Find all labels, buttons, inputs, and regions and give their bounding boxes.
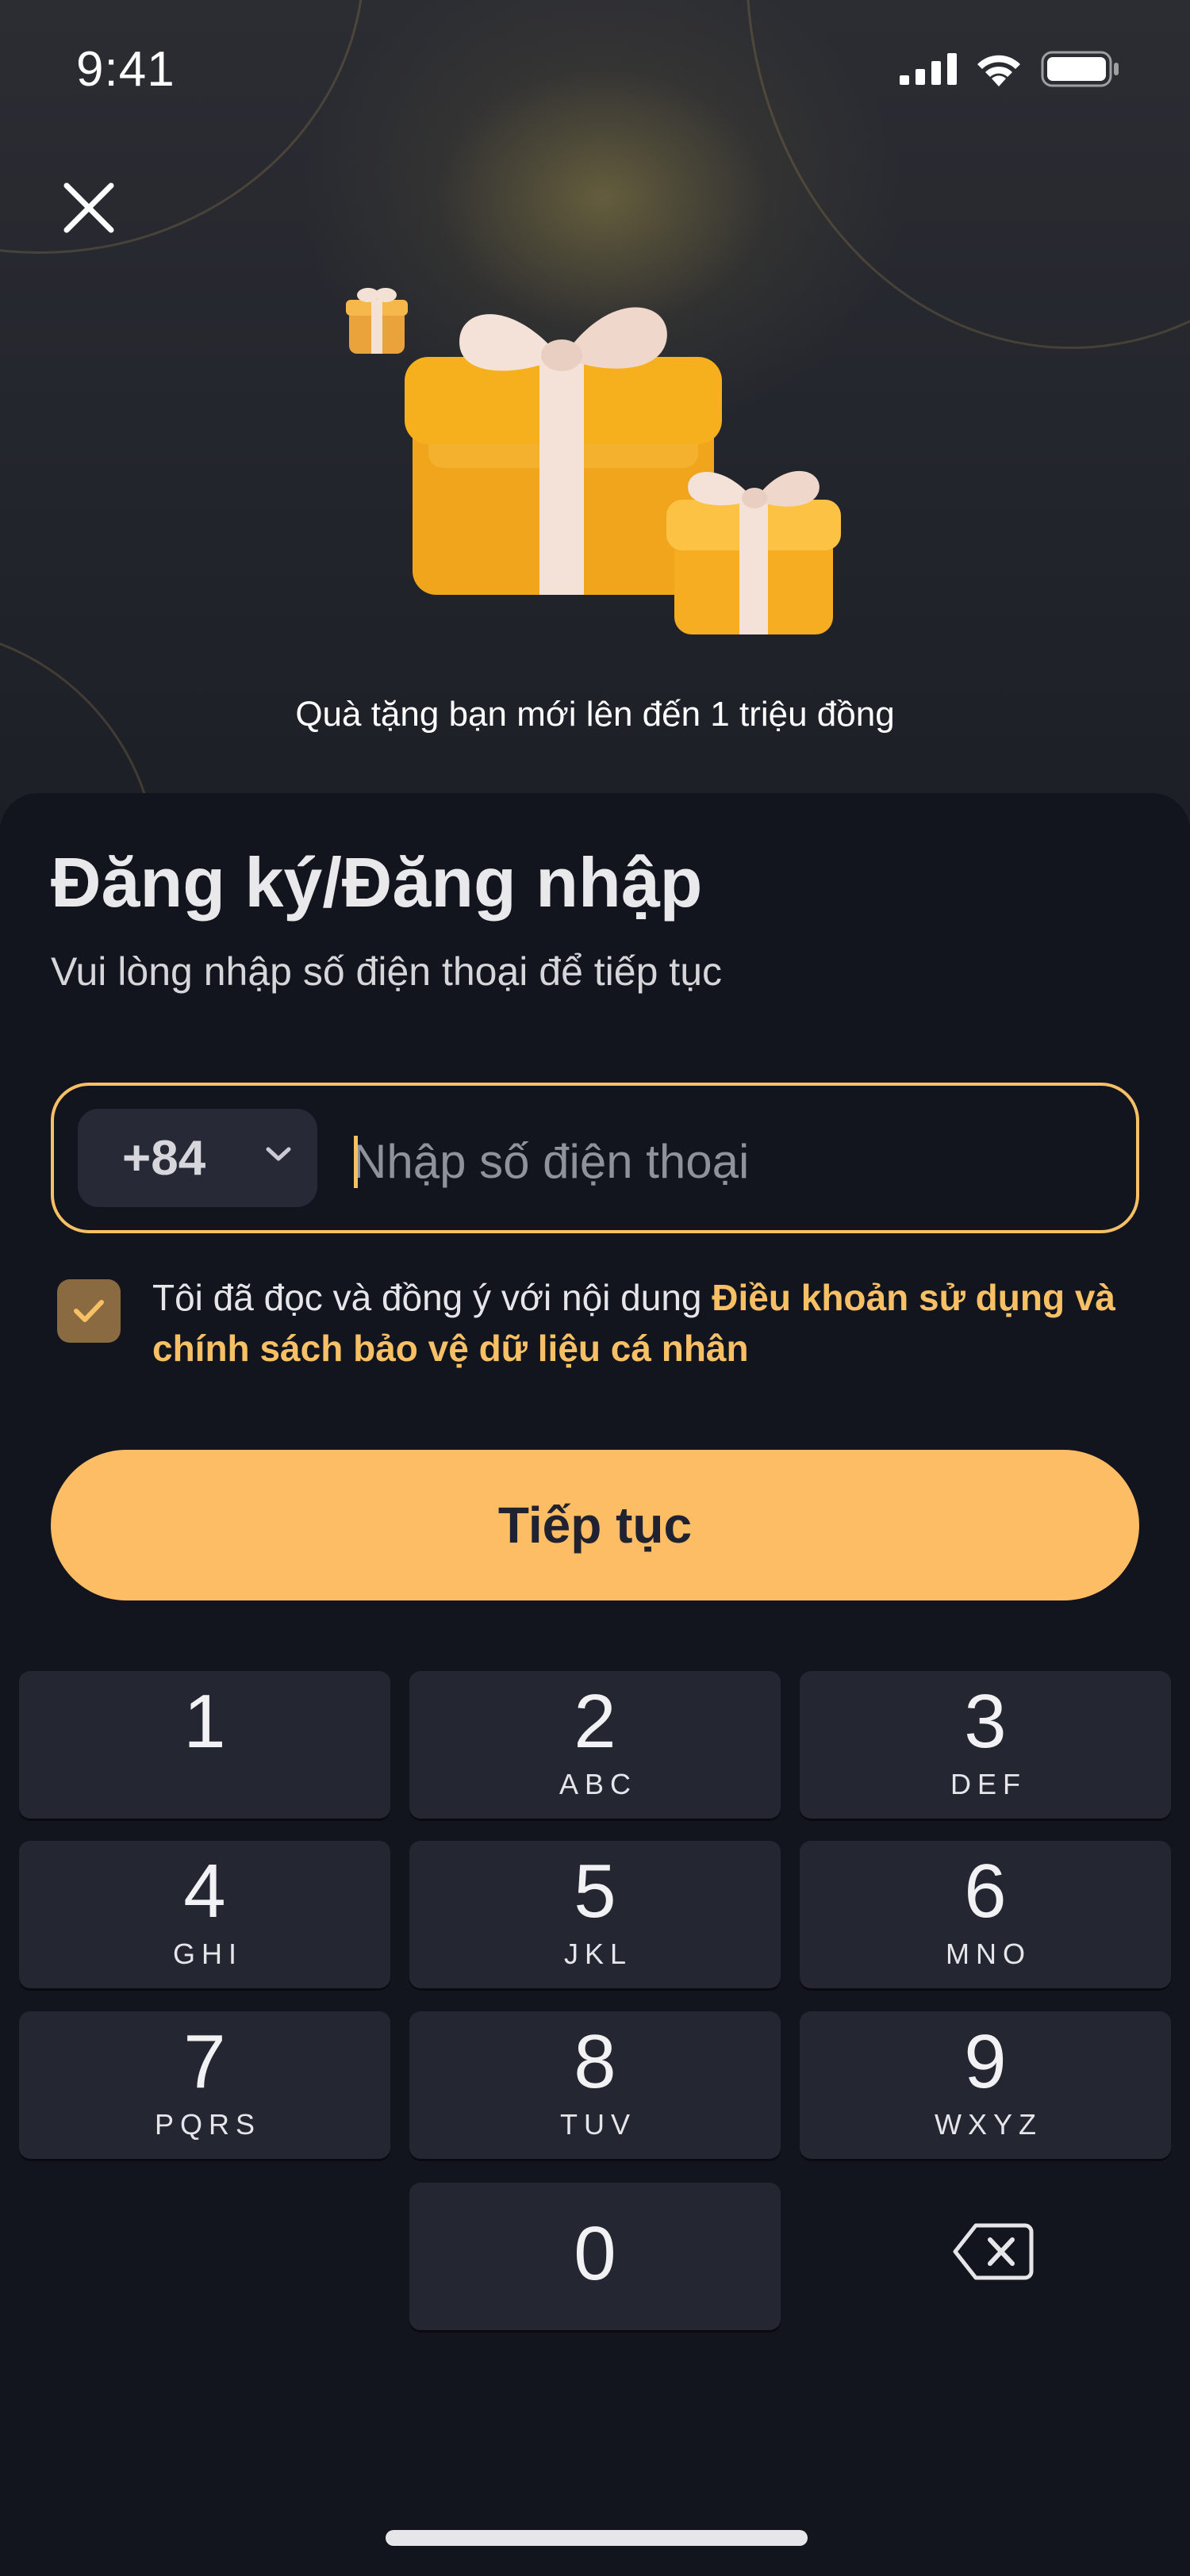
status-time: 9:41 [76, 42, 175, 97]
consent-text: Tôi đã đọc và đồng ý với nội dung Điều k… [152, 1272, 1120, 1374]
key-digit: 7 [183, 2019, 226, 2104]
promo-text: Quà tặng bạn mới lên đến 1 triệu đồng [295, 695, 895, 734]
key-letters: WXYZ [935, 2108, 1042, 2141]
checkmark-icon [74, 1300, 104, 1322]
page-title: Đăng ký/Đăng nhập [51, 843, 703, 922]
keypad-key-8[interactable]: 8 TUV [409, 2011, 781, 2159]
battery-icon [1041, 51, 1119, 87]
phone-input[interactable] [352, 1117, 1114, 1205]
key-letters: DEF [950, 1768, 1027, 1800]
key-letters: MNO [946, 1938, 1031, 1970]
continue-button[interactable]: Tiếp tục [51, 1450, 1139, 1600]
page-subtitle: Vui lòng nhập số điện thoại để tiếp tục [51, 949, 722, 994]
medium-gift-icon [666, 470, 841, 634]
keypad-key-0[interactable]: 0 [409, 2183, 781, 2330]
key-digit: 3 [964, 1679, 1007, 1764]
signal-icon [900, 53, 957, 85]
key-letters: ABC [559, 1768, 638, 1800]
phone-field[interactable]: +84 [51, 1083, 1139, 1233]
keypad-key-7[interactable]: 7 PQRS [19, 2011, 390, 2159]
small-gift-icon [346, 288, 408, 354]
backspace-icon[interactable] [952, 2222, 1035, 2281]
text-caret [354, 1136, 358, 1188]
keypad-key-1[interactable]: 1 [19, 1671, 390, 1819]
keypad-key-5[interactable]: 5 JKL [409, 1841, 781, 1988]
key-letters: TUV [560, 2108, 636, 2141]
key-digit: 8 [574, 2019, 616, 2104]
key-digit: 9 [964, 2019, 1007, 2104]
consent-checkbox[interactable] [57, 1279, 121, 1343]
keypad-key-6[interactable]: 6 MNO [800, 1841, 1171, 1988]
home-indicator[interactable] [386, 2530, 808, 2546]
keypad-key-9[interactable]: 9 WXYZ [800, 2011, 1171, 2159]
key-letters: GHI [172, 1938, 243, 1970]
key-letters: JKL [563, 1938, 633, 1970]
key-digit: 0 [574, 2211, 616, 2296]
consent-label: Tôi đã đọc và đồng ý với nội dung [152, 1277, 712, 1318]
country-code-value: +84 [122, 1130, 206, 1186]
key-digit: 6 [964, 1849, 1007, 1934]
close-button[interactable] [56, 174, 122, 241]
status-icons [900, 51, 1120, 87]
close-icon [63, 182, 114, 233]
key-digit: 2 [574, 1679, 616, 1764]
status-bar: 9:41 [0, 0, 1190, 143]
key-digit: 5 [574, 1849, 616, 1934]
key-letters: PQRS [154, 2108, 262, 2141]
country-code-select[interactable]: +84 [78, 1109, 317, 1207]
wifi-icon [977, 55, 1020, 86]
key-digit: 4 [183, 1849, 226, 1934]
keypad-key-4[interactable]: 4 GHI [19, 1841, 390, 1988]
keypad-key-3[interactable]: 3 DEF [800, 1671, 1171, 1819]
chevron-down-icon [266, 1147, 291, 1161]
key-digit: 1 [183, 1679, 226, 1764]
gift-illustration [346, 288, 841, 634]
keypad-key-2[interactable]: 2 ABC [409, 1671, 781, 1819]
